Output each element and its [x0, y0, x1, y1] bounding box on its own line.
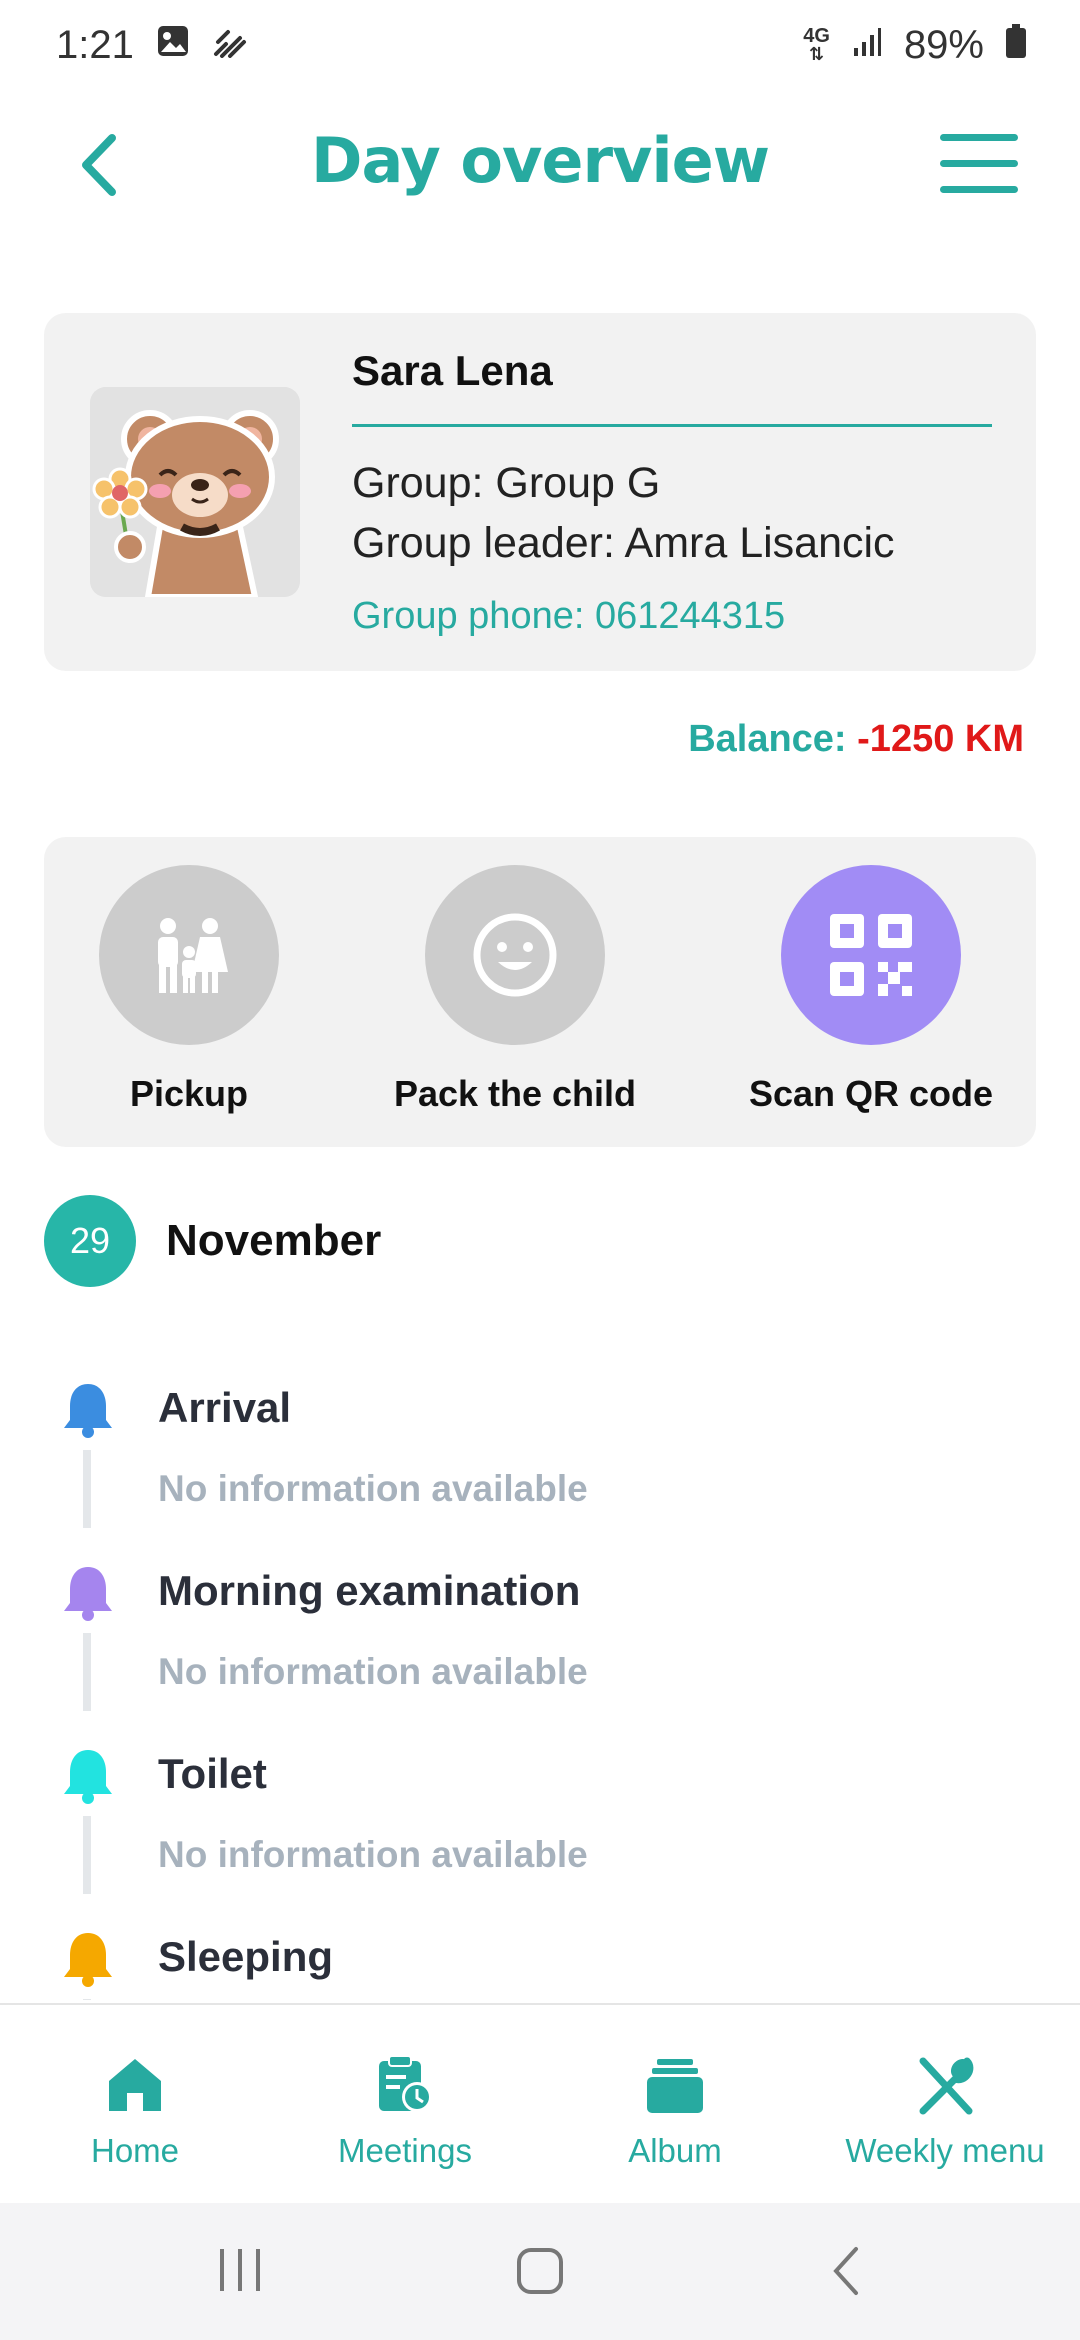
meetings-icon	[379, 2055, 432, 2112]
qr-code-icon	[830, 914, 912, 996]
bell-icon	[64, 1567, 112, 1621]
page-title: Day overview	[310, 124, 770, 197]
signal-stripes-icon	[212, 23, 248, 68]
recent-apps-button[interactable]	[216, 2243, 264, 2304]
bottom-navigation: Home Meetings Album Weekly menu	[0, 2003, 1080, 2203]
battery-icon	[1006, 23, 1026, 68]
pack-child-button[interactable]: Pack the child	[365, 865, 665, 1115]
cutlery-icon	[919, 2057, 974, 2115]
timeline-item-toilet[interactable]: Toilet No information available	[0, 1736, 1080, 1919]
bell-icon	[64, 1750, 112, 1804]
gallery-notification-icon	[156, 23, 190, 68]
network-4g-icon: 4G ⇅	[803, 25, 830, 64]
home-square-icon	[517, 2248, 563, 2294]
balance-label: Balance:	[688, 718, 847, 760]
timeline-info: No information available	[158, 1651, 588, 1692]
timeline-title: Arrival	[158, 1384, 292, 1431]
timeline-item-sleeping[interactable]: Sleeping	[0, 1919, 1080, 2000]
status-time: 1:21	[56, 22, 134, 67]
pickup-label: Pickup	[129, 1073, 249, 1114]
balance: Balance: -1250 KM	[688, 718, 1024, 761]
home-system-button[interactable]	[514, 2243, 566, 2304]
system-back-button[interactable]	[826, 2243, 866, 2304]
nav-meetings[interactable]: Meetings	[270, 2053, 540, 2170]
pack-child-label: Pack the child	[393, 1073, 637, 1114]
child-name: Sara Lena	[352, 347, 553, 394]
pickup-button[interactable]: Pickup	[44, 865, 334, 1115]
timeline-connector	[83, 1450, 91, 1528]
timeline-title: Sleeping	[158, 1933, 334, 1980]
timeline-info: No information available	[158, 1834, 588, 1875]
menu-line	[940, 186, 1018, 193]
timeline-connector	[83, 1633, 91, 1711]
timeline-item-arrival[interactable]: Arrival No information available	[0, 1370, 1080, 1553]
quick-actions-card: Pickup Pack the child Scan QR code	[44, 837, 1036, 1147]
status-bar: 1:21 4G ⇅ 89%	[0, 0, 1080, 90]
child-profile-card: Sara Lena Group: Group G Group leader: A…	[44, 313, 1036, 671]
nav-label: Home	[90, 2132, 180, 2169]
nav-home[interactable]: Home	[0, 2053, 270, 2170]
nav-label: Weekly menu	[845, 2132, 1045, 2169]
pickup-circle	[99, 865, 279, 1045]
recent-apps-icon	[220, 2249, 260, 2291]
family-icon	[158, 918, 228, 993]
balance-amount: -1250 KM	[857, 718, 1024, 760]
system-navigation-bar	[0, 2203, 1080, 2340]
bell-icon	[64, 1933, 112, 1987]
group-phone-link[interactable]: Group phone: 061244315	[352, 595, 785, 638]
home-icon	[109, 2059, 161, 2111]
pack-child-circle	[425, 865, 605, 1045]
bear-avatar-icon	[90, 387, 300, 597]
scan-qr-circle	[781, 865, 961, 1045]
timeline-info: No information available	[158, 1468, 588, 1509]
timeline-item-morning-examination[interactable]: Morning examination No information avail…	[0, 1553, 1080, 1736]
timeline-title: Morning examination	[158, 1567, 581, 1614]
group-leader: Group leader: Amra Lisancic	[352, 519, 895, 567]
smiley-icon	[473, 913, 557, 997]
date-day-badge: 29	[44, 1195, 136, 1287]
avatar	[90, 387, 300, 597]
album-icon	[647, 2059, 703, 2113]
timeline-connector	[83, 1999, 91, 2000]
activity-timeline: Arrival No information available Morning…	[0, 1370, 1080, 2000]
nav-label: Meetings	[338, 2132, 472, 2169]
battery-percent: 89%	[903, 22, 984, 67]
nav-weekly-menu[interactable]: Weekly menu	[810, 2053, 1080, 2170]
scan-qr-label: Scan QR code	[748, 1073, 994, 1114]
app-header: Day overview	[0, 110, 1080, 220]
scan-qr-button[interactable]: Scan QR code	[721, 865, 1021, 1115]
status-right: 4G ⇅ 89%	[803, 23, 1026, 68]
date-month: November	[166, 1216, 382, 1265]
divider	[352, 424, 992, 427]
system-back-icon	[833, 2247, 858, 2295]
cell-signal-icon	[852, 23, 882, 68]
hamburger-menu-button[interactable]	[940, 134, 1018, 194]
group-name: Group: Group G	[352, 459, 661, 507]
nav-label: Album	[628, 2132, 722, 2169]
timeline-connector	[83, 1816, 91, 1894]
menu-line	[940, 160, 1018, 167]
status-left: 1:21	[56, 23, 248, 68]
timeline-title: Toilet	[158, 1750, 267, 1797]
nav-album[interactable]: Album	[540, 2053, 810, 2170]
menu-line	[940, 134, 1018, 141]
date-header: 29 November	[44, 1192, 381, 1290]
bell-icon	[64, 1384, 112, 1438]
